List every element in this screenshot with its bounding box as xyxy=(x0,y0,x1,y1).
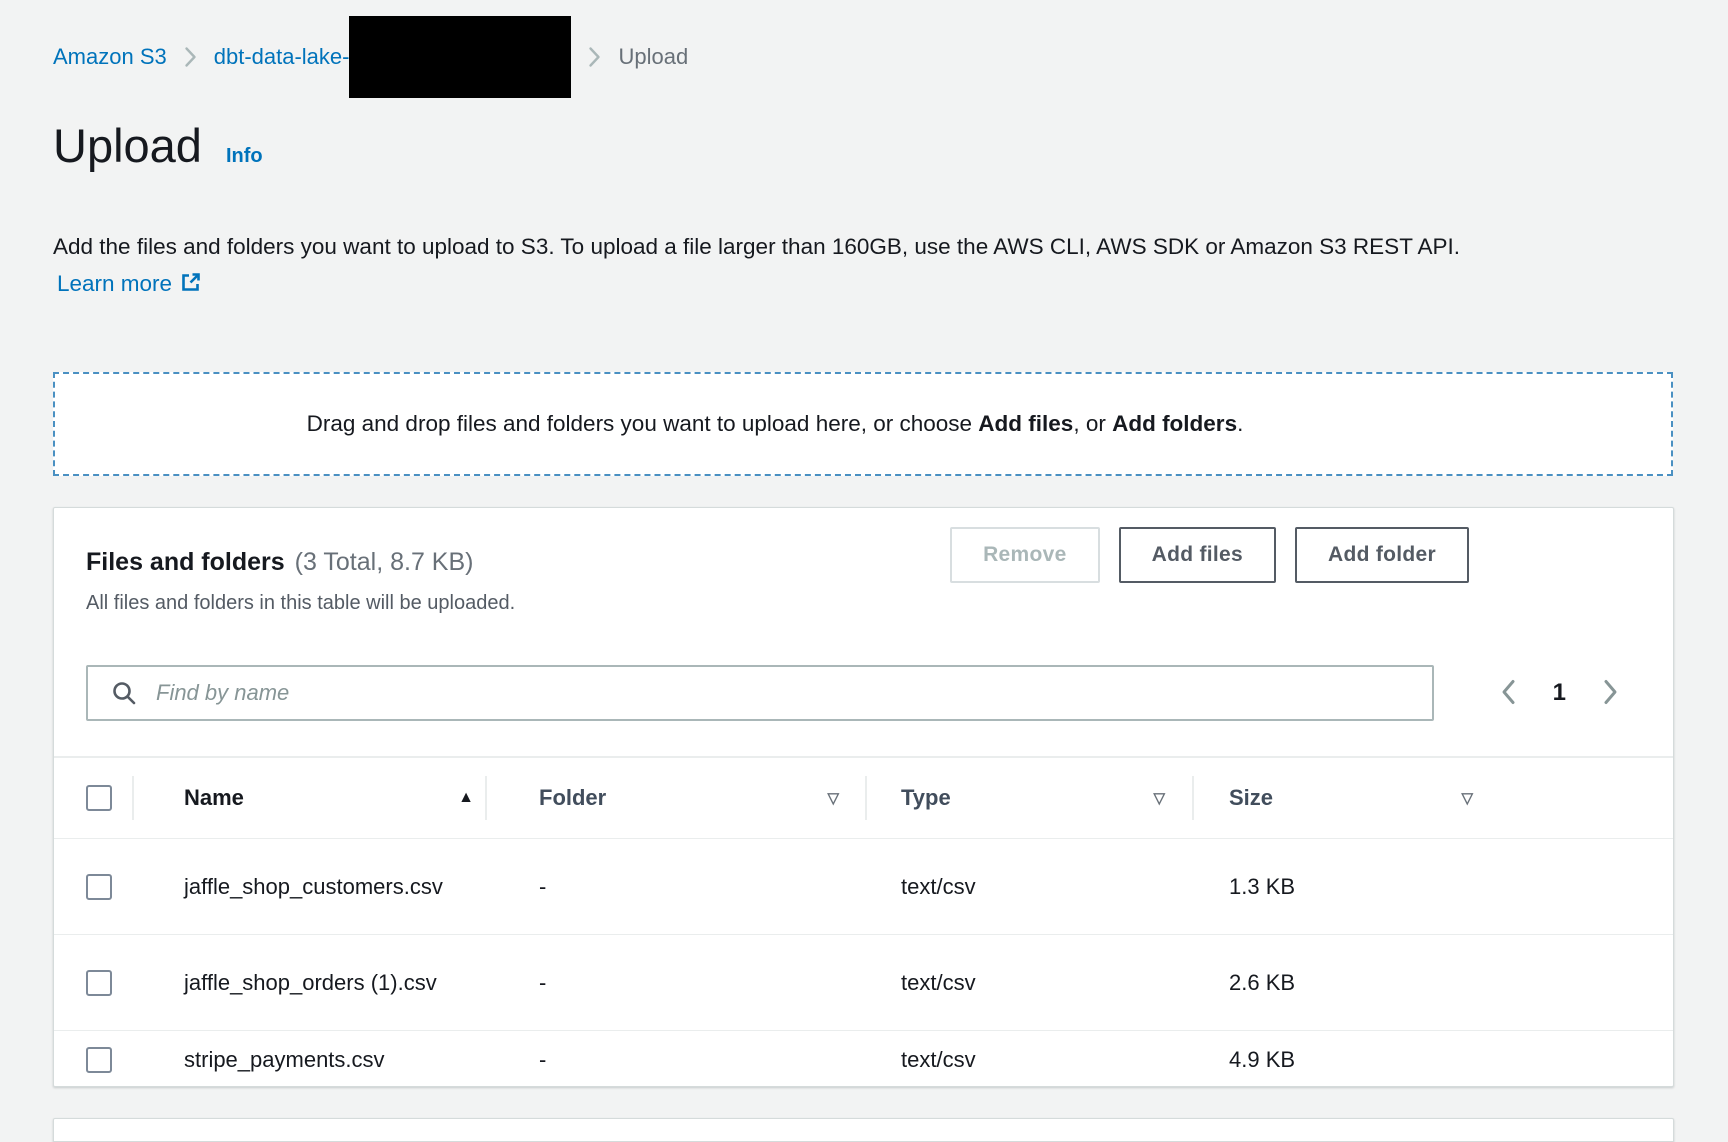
drag-and-drop-zone[interactable]: Drag and drop files and folders you want… xyxy=(53,372,1673,476)
panel-count-summary: (3 Total, 8.7 KB) xyxy=(295,548,474,577)
chevron-right-icon xyxy=(1602,678,1619,709)
panel-title: Files and folders xyxy=(86,548,285,577)
column-header-folder[interactable]: Folder ▽ xyxy=(486,758,866,838)
learn-more-link[interactable]: Learn more xyxy=(57,271,202,296)
pagination: 1 xyxy=(1500,678,1619,709)
sort-icon: ▽ xyxy=(1153,789,1165,807)
search-row: 1 xyxy=(86,665,1619,721)
row-checkbox[interactable] xyxy=(86,970,112,996)
info-link[interactable]: Info xyxy=(226,145,263,168)
column-label-type: Type xyxy=(901,785,951,811)
cell-size: 4.9 KB xyxy=(1193,1047,1673,1073)
chevron-left-icon xyxy=(1500,678,1517,709)
dropzone-text: Drag and drop files and folders you want… xyxy=(307,411,1244,437)
cell-type: text/csv xyxy=(866,1047,1193,1073)
breadcrumb-amazon-s3-link[interactable]: Amazon S3 xyxy=(53,44,167,70)
chevron-right-icon xyxy=(588,46,601,68)
panel-actions: Remove Add files Add folder xyxy=(950,527,1469,583)
next-page-button[interactable] xyxy=(1602,678,1619,709)
cell-name: jaffle_shop_customers.csv xyxy=(184,868,450,905)
previous-page-button[interactable] xyxy=(1500,678,1517,709)
external-link-icon xyxy=(179,274,202,299)
dropzone-add-files-label: Add files xyxy=(978,411,1073,436)
row-checkbox[interactable] xyxy=(86,874,112,900)
intro-paragraph: Add the files and folders you want to up… xyxy=(53,228,1501,305)
files-and-folders-panel: Files and folders (3 Total, 8.7 KB) All … xyxy=(53,507,1674,1087)
select-all-cell xyxy=(54,758,133,838)
column-label-folder: Folder xyxy=(539,785,606,811)
cell-folder: - xyxy=(486,970,866,996)
column-header-size[interactable]: Size ▽ xyxy=(1193,758,1673,838)
current-page-number[interactable]: 1 xyxy=(1553,679,1566,707)
sort-icon: ▽ xyxy=(1461,789,1473,807)
cell-size: 2.6 KB xyxy=(1193,970,1673,996)
search-input[interactable] xyxy=(154,679,1416,707)
redacted-bucket-name xyxy=(349,16,571,98)
page-title: Upload xyxy=(53,118,202,173)
next-panel-edge xyxy=(53,1118,1674,1142)
table-row: jaffle_shop_customers.csv - text/csv 1.3… xyxy=(54,839,1673,935)
panel-subtitle: All files and folders in this table will… xyxy=(86,592,515,615)
add-folder-button[interactable]: Add folder xyxy=(1295,527,1469,583)
cell-type: text/csv xyxy=(866,874,1193,900)
sort-icon: ▽ xyxy=(827,789,839,807)
column-header-type[interactable]: Type ▽ xyxy=(866,758,1193,838)
cell-name: jaffle_shop_orders (1).csv xyxy=(184,964,450,1001)
cell-folder: - xyxy=(486,1047,866,1073)
breadcrumb-bucket: dbt-data-lake- xyxy=(214,16,572,98)
breadcrumb-bucket-link[interactable]: dbt-data-lake- xyxy=(214,44,350,70)
add-files-button[interactable]: Add files xyxy=(1119,527,1276,583)
intro-text: Add the files and folders you want to up… xyxy=(53,234,1460,259)
cell-name: stripe_payments.csv xyxy=(184,1041,450,1078)
files-table: Name ▲ Folder ▽ Type ▽ Size ▽ jaffle_sho… xyxy=(54,756,1673,1086)
table-row: jaffle_shop_orders (1).csv - text/csv 2.… xyxy=(54,935,1673,1031)
breadcrumb: Amazon S3 dbt-data-lake- Upload xyxy=(53,16,688,98)
cell-type: text/csv xyxy=(866,970,1193,996)
column-label-size: Size xyxy=(1229,785,1273,811)
table-row: stripe_payments.csv - text/csv 4.9 KB xyxy=(54,1031,1673,1088)
column-label-name: Name xyxy=(184,785,244,811)
chevron-right-icon xyxy=(184,46,197,68)
search-box xyxy=(86,665,1434,721)
sort-ascending-icon: ▲ xyxy=(458,789,474,807)
column-header-name[interactable]: Name ▲ xyxy=(133,758,486,838)
cell-size: 1.3 KB xyxy=(1193,874,1673,900)
row-checkbox[interactable] xyxy=(86,1047,112,1073)
select-all-checkbox[interactable] xyxy=(86,785,112,811)
cell-folder: - xyxy=(486,874,866,900)
table-header-row: Name ▲ Folder ▽ Type ▽ Size ▽ xyxy=(54,756,1673,839)
dropzone-add-folders-label: Add folders xyxy=(1112,411,1237,436)
learn-more-label: Learn more xyxy=(57,271,172,296)
page-header: Upload Info xyxy=(53,118,263,173)
remove-button[interactable]: Remove xyxy=(950,527,1100,583)
search-icon xyxy=(111,680,137,706)
breadcrumb-current-page: Upload xyxy=(618,44,688,70)
panel-header: Files and folders (3 Total, 8.7 KB) All … xyxy=(86,548,515,615)
